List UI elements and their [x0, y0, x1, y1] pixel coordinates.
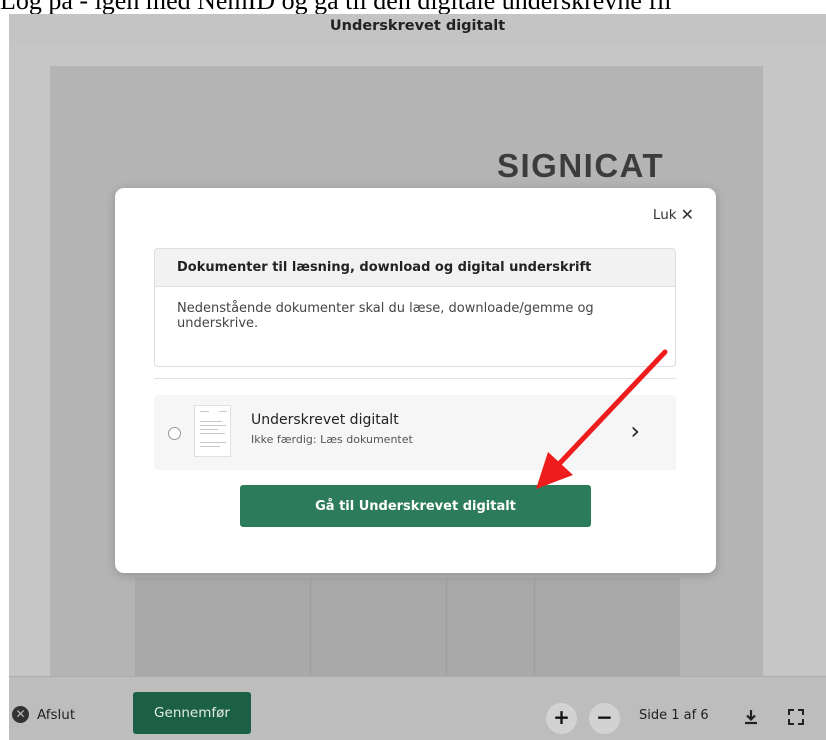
- complete-button[interactable]: Gennemfør: [133, 692, 251, 734]
- close-label: Luk: [652, 207, 677, 223]
- close-circle-icon: ✕: [12, 706, 29, 723]
- viewer-header: Underskrevet digitalt: [9, 14, 826, 46]
- close-modal-button[interactable]: Luk ✕: [652, 205, 694, 224]
- section-heading: Dokumenter til læsning, download og digi…: [155, 249, 675, 287]
- bottom-toolbar: ✕ Afslut Gennemfør + − Side 1 af 6: [9, 676, 826, 740]
- document-thumbnail: [194, 405, 231, 457]
- document-name: Underskrevet digitalt: [251, 412, 399, 428]
- document-modal: Luk ✕ Dokumenter til læsning, download o…: [115, 188, 716, 573]
- close-icon: ✕: [680, 205, 694, 224]
- page-indicator: Side 1 af 6: [639, 708, 709, 723]
- chevron-right-icon: ›: [630, 417, 640, 445]
- viewer-title: Underskrevet digitalt: [329, 18, 506, 34]
- signicat-logo: SIGNICAT: [497, 147, 665, 184]
- fullscreen-icon[interactable]: [786, 707, 806, 727]
- page-caption: Log på - igen med NemID og gå til den di…: [0, 0, 671, 14]
- zoom-in-button[interactable]: +: [546, 703, 577, 734]
- info-box: Dokumenter til læsning, download og digi…: [154, 248, 676, 367]
- download-icon[interactable]: [741, 707, 761, 727]
- page-caption-strip: Log på - igen med NemID og gå til den di…: [0, 0, 826, 14]
- exit-button[interactable]: ✕ Afslut: [12, 706, 75, 723]
- zoom-out-button[interactable]: −: [589, 703, 620, 734]
- document-list-item[interactable]: Underskrevet digitalt Ikke færdig: Læs d…: [154, 395, 676, 470]
- go-to-document-button[interactable]: Gå til Underskrevet digitalt: [240, 485, 591, 527]
- section-text: Nedenstående dokumenter skal du læse, do…: [177, 301, 594, 331]
- divider: [154, 378, 676, 379]
- document-status: Ikke færdig: Læs dokumentet: [251, 433, 413, 446]
- exit-label: Afslut: [37, 706, 76, 723]
- document-radio[interactable]: [168, 427, 181, 440]
